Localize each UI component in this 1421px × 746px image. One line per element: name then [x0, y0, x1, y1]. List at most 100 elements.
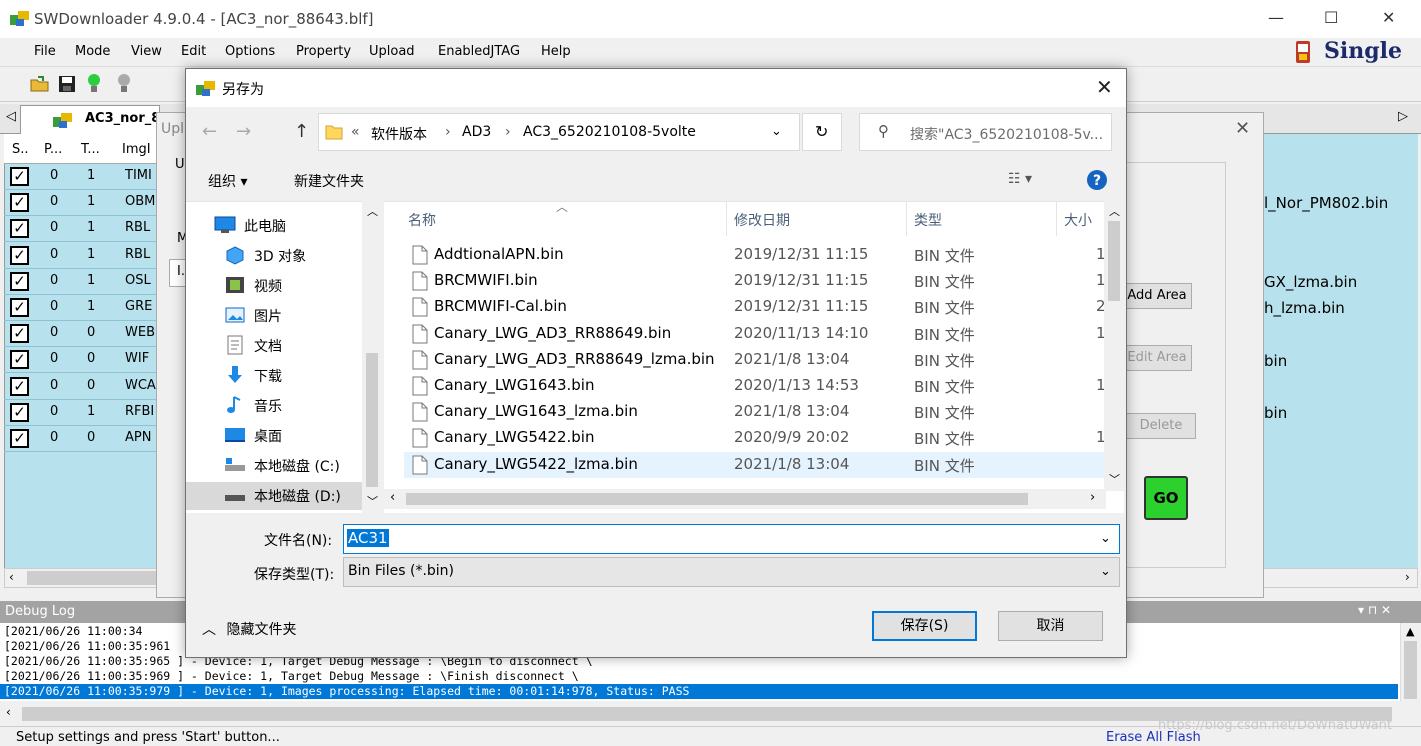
grid-row[interactable]: ✓ 0 1 GRE	[4, 295, 160, 321]
maximize-icon[interactable]: ☐	[1324, 8, 1338, 27]
scroll-up-icon[interactable]: ︿	[367, 203, 378, 219]
scroll-down-icon[interactable]: ﹀	[367, 493, 378, 509]
col-size[interactable]: 大小	[1064, 210, 1092, 230]
row-checkbox[interactable]: ✓	[10, 167, 29, 186]
menu-mode[interactable]: Mode	[75, 44, 110, 59]
refresh-button[interactable]: ↻	[802, 113, 842, 151]
menu-edit[interactable]: Edit	[181, 44, 206, 59]
tab-scroll-right-icon[interactable]: ▷	[1398, 109, 1408, 124]
search-input[interactable]: ⚲ 搜索"AC3_6520210108-5v...	[859, 113, 1112, 151]
file-vertical-scrollbar[interactable]: ︿ ﹀	[1104, 201, 1124, 491]
menu-file[interactable]: File	[34, 44, 56, 59]
grid-row[interactable]: ✓ 0 1 OBM	[4, 190, 160, 217]
green-bulb-icon[interactable]	[86, 73, 102, 95]
grid-row[interactable]: ✓ 0 0 WCA	[4, 374, 160, 400]
minimize-icon[interactable]: —	[1268, 8, 1284, 27]
gray-bulb-icon[interactable]	[116, 73, 132, 95]
scroll-left-icon[interactable]: ‹	[390, 490, 395, 505]
row-checkbox[interactable]: ✓	[10, 402, 29, 422]
row-checkbox[interactable]: ✓	[10, 429, 29, 448]
row-checkbox[interactable]: ✓	[10, 219, 29, 239]
breadcrumb-overflow[interactable]: «	[351, 124, 360, 140]
col-t[interactable]: T...	[81, 142, 100, 157]
menu-property[interactable]: Property	[296, 44, 351, 59]
save-icon[interactable]	[58, 75, 76, 93]
nav-drive-d[interactable]: 本地磁盘 (D:)	[186, 482, 362, 510]
row-checkbox[interactable]: ✓	[10, 271, 29, 291]
address-bar[interactable]: « 软件版本 › AD3 › AC3_6520210108-5volte ⌄	[318, 113, 800, 151]
view-options-icon[interactable]: ☷ ▾	[1008, 171, 1032, 187]
file-row[interactable]: AddtionalAPN.bin 2019/12/31 11:15 BIN 文件 1	[404, 242, 1106, 268]
grid-row[interactable]: ✓ 0 1 OSL	[4, 269, 160, 295]
file-row[interactable]: BRCMWIFI.bin 2019/12/31 11:15 BIN 文件 1	[404, 268, 1106, 294]
file-type-select[interactable]: Bin Files (*.bin) ⌄	[343, 557, 1120, 587]
file-row[interactable]: Canary_LWG5422_lzma.bin 2021/1/8 13:04 BIN…	[404, 451, 1104, 478]
file-name-input[interactable]: AC31 ⌄	[343, 524, 1120, 554]
tab-scroll-left-icon[interactable]: ◁	[6, 109, 16, 124]
row-checkbox[interactable]: ✓	[10, 350, 29, 370]
scroll-down-icon[interactable]: ﹀	[1109, 471, 1120, 487]
save-dialog-close-icon[interactable]: ✕	[1096, 75, 1113, 99]
col-name[interactable]: 名称	[408, 210, 436, 230]
col-type[interactable]: 类型	[914, 210, 942, 230]
add-area-button[interactable]: Add Area	[1122, 283, 1192, 309]
menu-enabledjtag[interactable]: EnabledJTAG	[438, 44, 520, 59]
row-checkbox[interactable]: ✓	[10, 193, 29, 213]
row-checkbox[interactable]: ✓	[10, 245, 29, 265]
cancel-button[interactable]: 取消	[998, 611, 1103, 641]
scroll-thumb[interactable]	[1404, 641, 1417, 699]
col-date[interactable]: 修改日期	[734, 210, 790, 230]
grid-row[interactable]: ✓ 0 0 WIF	[4, 347, 160, 374]
organize-button[interactable]: 组织 ▾	[208, 171, 247, 191]
col-img[interactable]: ImgI	[122, 142, 151, 157]
col-s[interactable]: S..	[12, 142, 29, 157]
grid-row[interactable]: ✓ 0 0 WEB	[4, 321, 160, 348]
breadcrumb-item[interactable]: AC3_6520210108-5volte	[523, 124, 696, 140]
scroll-up-icon[interactable]: ︿	[1109, 203, 1120, 219]
row-checkbox[interactable]: ✓	[10, 324, 29, 344]
menu-view[interactable]: View	[131, 44, 162, 59]
debug-vertical-scrollbar[interactable]: ▲	[1400, 623, 1420, 701]
chevron-down-icon[interactable]: ⌄	[1100, 531, 1111, 546]
row-checkbox[interactable]: ✓	[10, 376, 29, 396]
close-icon[interactable]: ✕	[1382, 8, 1395, 27]
grid-row[interactable]: ✓ 0 1 RBL	[4, 216, 160, 243]
file-row[interactable]: BRCMWIFI-Cal.bin 2019/12/31 11:15 BIN 文件 2	[404, 294, 1106, 320]
grid-row[interactable]: ✓ 0 1 RBL	[4, 243, 160, 269]
hide-folders-toggle[interactable]: ︿ 隐藏文件夹	[202, 619, 296, 639]
scroll-thumb[interactable]	[406, 493, 1028, 505]
chevron-down-icon[interactable]: ⌄	[1100, 564, 1111, 579]
file-row[interactable]: Canary_LWG1643.bin 2020/1/13 14:53 BIN 文件 1	[404, 373, 1106, 399]
menu-upload[interactable]: Upload	[369, 44, 415, 59]
grid-row[interactable]: ✓ 0 0 APN	[4, 426, 160, 452]
back-arrow-icon[interactable]: ←	[202, 121, 217, 142]
scroll-up-icon[interactable]: ▲	[1406, 625, 1414, 638]
file-row[interactable]: Canary_LWG_AD3_RR88649_lzma.bin 2021/1/8 …	[404, 347, 1104, 373]
save-button[interactable]: 保存(S)	[872, 611, 977, 641]
row-checkbox[interactable]: ✓	[10, 298, 29, 317]
scroll-right-icon[interactable]: ›	[1405, 570, 1410, 584]
edit-area-button[interactable]: Edit Area	[1122, 345, 1192, 371]
tab-document[interactable]: AC3_nor_8	[20, 105, 160, 134]
nav-scrollbar[interactable]: ︿ ﹀	[362, 201, 382, 513]
breadcrumb-item[interactable]: 软件版本	[371, 124, 427, 144]
panel-menu-icon[interactable]: ▾ ⊓ ✕	[1358, 603, 1391, 617]
grid-row[interactable]: ✓ 0 1 RFBI	[4, 400, 160, 426]
open-folder-icon[interactable]	[30, 75, 50, 93]
scroll-right-icon[interactable]: ›	[1090, 490, 1095, 505]
grid-row[interactable]: ✓ 0 1 TIMI	[4, 164, 160, 190]
menu-help[interactable]: Help	[541, 44, 571, 59]
file-row[interactable]: Canary_LWG_AD3_RR88649.bin 2020/11/13 14:…	[404, 321, 1106, 347]
breadcrumb-item[interactable]: AD3	[462, 124, 491, 140]
chevron-down-icon[interactable]: ⌄	[771, 124, 782, 139]
upload-close-icon[interactable]: ✕	[1235, 118, 1250, 139]
forward-arrow-icon[interactable]: →	[236, 121, 251, 142]
file-row[interactable]: Canary_LWG1643_lzma.bin 2021/1/8 13:04 BIN…	[404, 399, 1104, 425]
go-button[interactable]: GO	[1144, 476, 1188, 520]
scroll-left-icon[interactable]: ‹	[6, 705, 11, 719]
file-row[interactable]: Canary_LWG5422.bin 2020/9/9 20:02 BIN 文件 1	[404, 425, 1106, 451]
delete-button[interactable]: Delete	[1126, 413, 1196, 439]
col-p[interactable]: P...	[44, 142, 62, 157]
menu-options[interactable]: Options	[225, 44, 275, 59]
scroll-left-icon[interactable]: ‹	[9, 570, 14, 584]
